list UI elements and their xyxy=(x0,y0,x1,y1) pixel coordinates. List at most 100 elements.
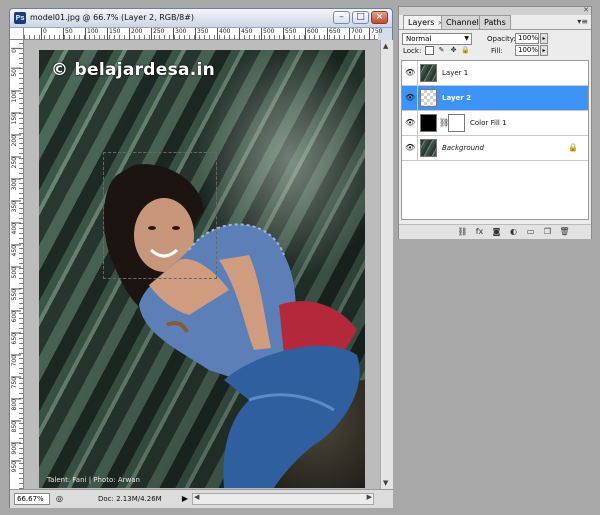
scroll-up-arrow-icon[interactable]: ▲ xyxy=(383,42,388,50)
new-layer-icon[interactable]: ❐ xyxy=(542,227,553,237)
fill-slider-arrow-icon[interactable]: ▸ xyxy=(540,45,548,56)
tab-label: Channels xyxy=(446,18,484,27)
eye-icon[interactable]: 👁 xyxy=(405,68,415,78)
ruler-tick: 150 xyxy=(107,28,120,40)
divider xyxy=(417,136,418,160)
lock-all-icon[interactable]: 🔒 xyxy=(461,46,470,55)
document-canvas[interactable]: © belajardesa.in Talent: Fani | Photo: A… xyxy=(39,50,365,488)
watermark-text: © belajardesa.in xyxy=(51,60,216,80)
zoom-level-field[interactable]: 66.67% xyxy=(14,493,50,505)
ruler-tick: 600 xyxy=(305,28,318,40)
layer-name: Background xyxy=(442,144,484,152)
document-title: model01.jpg @ 66.7% (Layer 2, RGB/8#) xyxy=(30,13,195,22)
ruler-tick: 250 xyxy=(11,156,21,169)
tab-paths[interactable]: Paths xyxy=(479,15,511,29)
ruler-tick: 50 xyxy=(11,68,21,77)
layer-row-color-fill-1[interactable]: 👁 ⛓ Color Fill 1 xyxy=(402,111,588,136)
horizontal-scrollbar[interactable]: ◀ ▶ xyxy=(192,493,374,505)
layer-name: Layer 2 xyxy=(442,94,472,102)
ruler-tick: 150 xyxy=(11,112,21,125)
blend-mode-select[interactable]: Normal ▼ xyxy=(402,33,472,45)
ruler-tick: 900 xyxy=(11,442,21,455)
status-info-icon[interactable]: ◎ xyxy=(53,493,66,505)
status-bar: 66.67% ◎ Doc: 2.13M/4.26M ▶ ◀ ▶ xyxy=(10,489,393,508)
ruler-tick: 200 xyxy=(129,28,142,40)
scroll-down-arrow-icon[interactable]: ▼ xyxy=(383,479,388,487)
ruler-tick: 850 xyxy=(11,420,21,433)
document-size: Doc: 2.13M/4.26M xyxy=(98,495,162,503)
ruler-tick: 450 xyxy=(239,28,252,40)
ruler-tick: 650 xyxy=(327,28,340,40)
ruler-tick: 400 xyxy=(11,222,21,235)
ruler-tick: 450 xyxy=(11,244,21,257)
adjustment-layer-icon[interactable]: ◐ xyxy=(508,227,519,237)
layer-name: Color Fill 1 xyxy=(470,119,507,127)
new-group-icon[interactable]: ▭ xyxy=(525,227,536,237)
ruler-tick: 200 xyxy=(11,134,21,147)
eye-icon[interactable]: 👁 xyxy=(405,118,415,128)
divider xyxy=(417,111,418,135)
ruler-tick: 500 xyxy=(11,266,21,279)
ruler-tick: 100 xyxy=(85,28,98,40)
ruler-tick: 600 xyxy=(11,310,21,323)
fill-field[interactable]: 100% xyxy=(515,45,539,56)
vertical-ruler[interactable]: 0 50 100 150 200 250 300 350 400 450 500… xyxy=(10,40,24,489)
ruler-tick: 650 xyxy=(11,332,21,345)
ruler-tick: 350 xyxy=(11,200,21,213)
eye-icon[interactable]: 👁 xyxy=(405,143,415,153)
panel-menu-icon[interactable]: ▾≡ xyxy=(577,17,588,26)
opacity-slider-arrow-icon[interactable]: ▸ xyxy=(540,33,548,44)
horizontal-ruler[interactable]: 0 50 100 150 200 250 300 350 400 450 500… xyxy=(24,28,382,40)
ruler-tick: 750 xyxy=(369,28,382,40)
tab-label: Paths xyxy=(484,18,506,27)
document-titlebar[interactable]: Ps model01.jpg @ 66.7% (Layer 2, RGB/8#)… xyxy=(10,9,392,28)
fill-thumbnail xyxy=(420,114,437,132)
ruler-origin[interactable] xyxy=(10,28,24,40)
canvas-area[interactable]: © belajardesa.in Talent: Fani | Photo: A… xyxy=(24,40,380,489)
lock-pixels-icon[interactable]: ✎ xyxy=(437,46,446,55)
lock-transparency-icon[interactable] xyxy=(425,46,434,55)
ruler-tick: 0 xyxy=(11,48,21,53)
mask-thumbnail[interactable] xyxy=(448,114,465,132)
fx-icon[interactable]: fx xyxy=(474,227,485,237)
status-menu-arrow-icon[interactable]: ▶ xyxy=(180,493,190,505)
scroll-left-arrow-icon[interactable]: ◀ xyxy=(194,493,199,501)
trash-icon[interactable]: 🗑 xyxy=(559,227,570,237)
photoshop-icon: Ps xyxy=(14,12,26,24)
layer-row-background[interactable]: 👁 Background 🔒 xyxy=(402,136,588,161)
ruler-tick: 950 xyxy=(11,460,21,473)
ruler-tick: 100 xyxy=(11,90,21,103)
ruler-tick: 700 xyxy=(349,28,362,40)
layer-name: Layer 1 xyxy=(442,69,469,77)
opacity-field[interactable]: 100% xyxy=(515,33,539,44)
tab-label: Layers xyxy=(408,18,435,27)
ruler-tick: 300 xyxy=(173,28,186,40)
layer-row-layer-2[interactable]: 👁 Layer 2 xyxy=(402,86,588,111)
minimize-button[interactable]: – xyxy=(333,11,350,24)
lock-icon: 🔒 xyxy=(568,143,578,152)
add-mask-icon[interactable]: ◙ xyxy=(491,227,502,237)
scroll-right-arrow-icon[interactable]: ▶ xyxy=(367,493,372,501)
fill-label: Fill: xyxy=(491,47,503,55)
panel-drag-bar[interactable]: ✕ xyxy=(399,6,591,15)
ruler-tick: 750 xyxy=(11,376,21,389)
link-layers-icon[interactable]: ⛓ xyxy=(457,227,468,237)
layer-row-layer-1[interactable]: 👁 Layer 1 xyxy=(402,61,588,86)
vertical-scrollbar[interactable]: ▲ ▼ xyxy=(380,40,393,489)
photo-credit: Talent: Fani | Photo: Arwan xyxy=(47,476,140,484)
ruler-tick: 800 xyxy=(11,398,21,411)
divider xyxy=(417,86,418,110)
selection-marquee[interactable] xyxy=(103,152,217,279)
panel-close-icon[interactable]: ✕ xyxy=(583,6,589,14)
maximize-button[interactable]: □ xyxy=(352,11,369,24)
close-button[interactable]: × xyxy=(371,11,388,24)
ruler-tick: 550 xyxy=(283,28,296,40)
ruler-tick: 50 xyxy=(63,28,73,40)
layers-panel-toolbar: ⛓ fx ◙ ◐ ▭ ❐ 🗑 xyxy=(399,224,591,239)
layer-thumbnail xyxy=(420,89,437,107)
divider xyxy=(417,61,418,85)
ruler-tick: 700 xyxy=(11,354,21,367)
ruler-tick: 550 xyxy=(11,288,21,301)
lock-position-icon[interactable]: ✥ xyxy=(449,46,458,55)
eye-icon[interactable]: 👁 xyxy=(405,93,415,103)
